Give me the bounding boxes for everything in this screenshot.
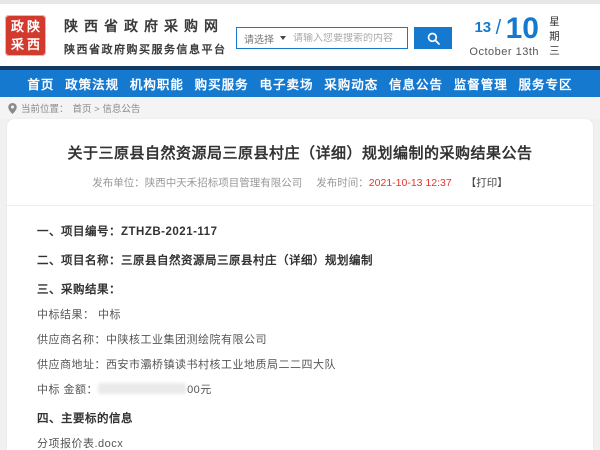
date-month: 10 [506,12,539,45]
breadcrumb-path[interactable]: 首页 > 信息公告 [73,101,141,115]
article-card: 关于三原县自然资源局三原县村庄（详细）规划编制的采购结果公告 发布单位：陕西中天… [7,119,593,450]
nav-item-announcements[interactable]: 信息公告 [389,74,443,93]
date-english: October 13th [469,46,539,58]
breadcrumb-prefix: 当前位置： [21,101,69,115]
search-button[interactable] [414,27,452,49]
search-icon [427,32,440,45]
date-widget: 13 / 10 October 13th 星期三 [469,12,592,60]
nav-item-service-zone[interactable]: 服务专区 [519,74,573,93]
redacted-amount [98,383,186,394]
section-project-number: 一、项目编号：ZTHZB-2021-117 [37,223,563,239]
date-slash: / [496,17,502,39]
search-bar: 请选择 [236,27,452,49]
bid-amount-label: 中标 金额： [37,384,98,396]
site-logo[interactable]: 政陕 采西 [5,15,46,56]
bid-amount-suffix: 00元 [187,384,212,396]
nav-item-functions[interactable]: 机构职能 [130,74,184,93]
search-input[interactable] [293,33,407,44]
section-procurement-result: 三、采购结果： [37,281,563,297]
section-project-name: 二、项目名称：三原县自然资源局三原县村庄（详细）规划编制 [37,252,563,268]
main-nav: 首页 政策法规 机构职能 购买服务 电子卖场 采购动态 信息公告 监督管理 服务… [0,70,600,97]
section-main-subject-info: 四、主要标的信息 [37,410,563,426]
date-day: 13 [474,19,491,36]
location-pin-icon [8,103,17,114]
bid-result-line: 中标结果： 中标 [37,306,563,322]
date-numbers: 13 / 10 [469,12,539,46]
logo-line-2: 采西 [5,36,46,54]
bid-amount-line: 中标 金额： 00元 [37,381,563,397]
site-titles: 陕西省政府采购网 陕西省政府购买服务信息平台 [64,16,227,57]
print-button[interactable]: 【打印】 [466,177,508,189]
search-category-select[interactable]: 请选择 [237,31,293,46]
supplier-name-line: 供应商名称：中陕核工业集团测绘院有限公司 [37,331,563,347]
breadcrumb: 当前位置： 首页 > 信息公告 [0,97,600,119]
date-weekday: 星期三 [547,12,562,60]
publish-time-label: 发布时间： [316,177,369,189]
site-name: 陕西省政府采购网 [64,16,227,36]
page-title: 关于三原县自然资源局三原县村庄（详细）规划编制的采购结果公告 [7,119,593,163]
publish-time: 2021-10-13 12:37 [369,177,452,189]
nav-item-supervision[interactable]: 监督管理 [454,74,508,93]
search-box: 请选择 [236,27,408,49]
article-meta: 发布单位：陕西中天禾招标项目管理有限公司 发布时间：2021-10-13 12:3… [7,175,593,190]
nav-item-procurement-news[interactable]: 采购动态 [324,74,378,93]
publisher: 发布单位：陕西中天禾招标项目管理有限公司 [92,177,302,189]
nav-item-policies[interactable]: 政策法规 [65,74,119,93]
chevron-down-icon [280,36,286,40]
nav-item-purchase-services[interactable]: 购买服务 [195,74,249,93]
article-body: 一、项目编号：ZTHZB-2021-117 二、项目名称：三原县自然资源局三原县… [7,206,593,450]
logo-line-1: 政陕 [5,18,46,36]
supplier-address-line: 供应商地址：西安市灞桥镇读书村核工业地质局二二四大队 [37,356,563,372]
nav-item-e-marketplace[interactable]: 电子卖场 [259,74,313,93]
site-header: 政陕 采西 陕西省政府采购网 陕西省政府购买服务信息平台 请选择 13 / 10 [0,4,600,66]
nav-item-home[interactable]: 首页 [27,74,54,93]
attachment-link[interactable]: 分项报价表.docx [37,435,563,450]
site-subtitle: 陕西省政府购买服务信息平台 [64,41,227,57]
search-select-label: 请选择 [244,31,274,46]
